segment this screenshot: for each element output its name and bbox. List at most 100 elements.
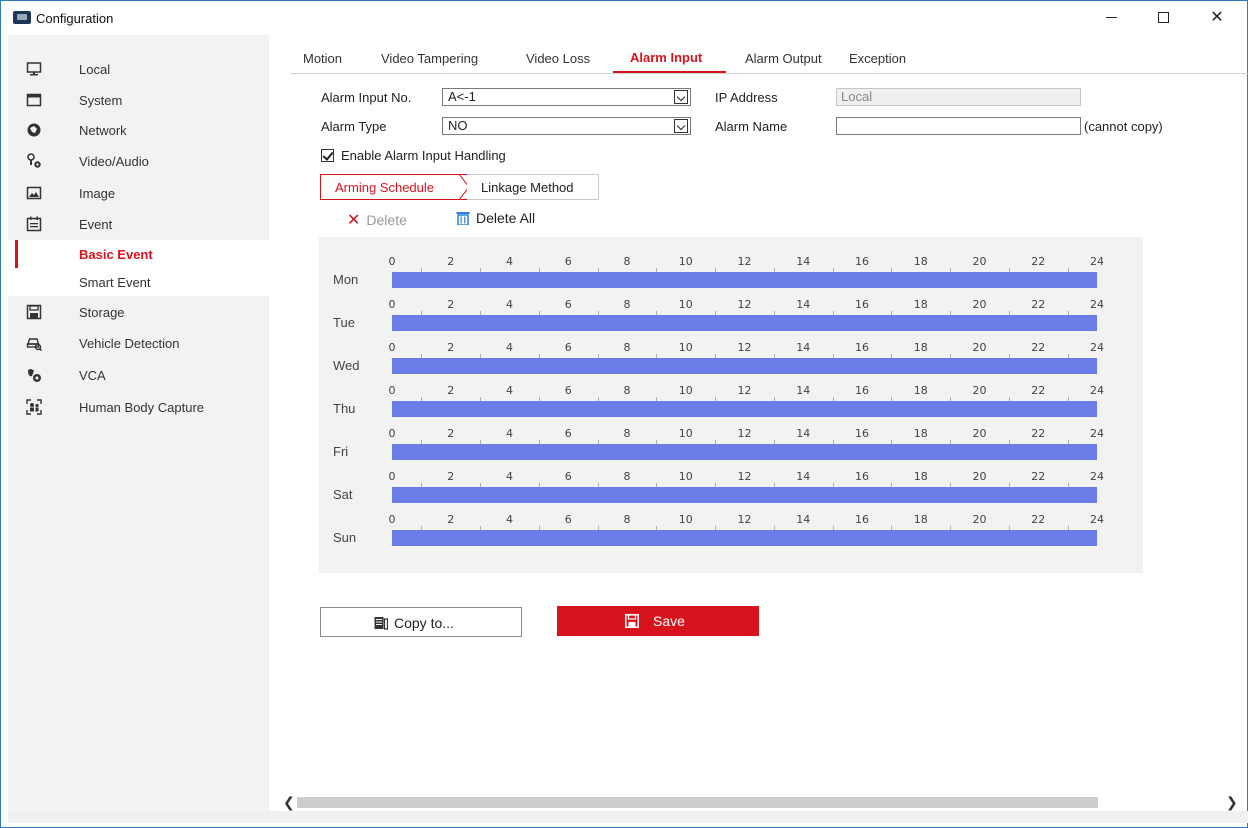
sidebar-item-label: Video/Audio (79, 154, 149, 169)
sidebar-item-label: Event (79, 217, 113, 232)
tab-video-loss[interactable]: Video Loss (526, 51, 590, 66)
hour-tick-label: 0 (388, 298, 396, 311)
window-title: Configuration (36, 11, 114, 26)
tab-video-tampering[interactable]: Video Tampering (381, 51, 478, 66)
tab-motion[interactable]: Motion (303, 51, 342, 66)
hour-tick-label: 14 (796, 513, 811, 526)
scroll-right-arrow-icon[interactable]: ❯ (1226, 794, 1238, 811)
sidebar-item-storage[interactable]: Storage (8, 298, 269, 326)
hour-tick-label: 14 (796, 384, 811, 397)
alarm-type-label: Alarm Type (321, 119, 387, 134)
arming-schedule-grid: 0 2 4 6 8 10 12 14 16 18 20 22 24 Mon 0 2 4 6 8 10 12 14 16 18 2… (319, 237, 1143, 573)
sidebar-item-system[interactable]: System (8, 86, 269, 114)
sidebar-item-video-audio[interactable]: Video/Audio (8, 147, 269, 175)
copy-to-label: Copy to... (394, 615, 454, 631)
hour-tick-label: 12 (737, 255, 752, 268)
hour-tick-label: 4 (506, 341, 513, 354)
delete-all-button[interactable]: Delete All (456, 210, 535, 226)
close-button[interactable]: ✕ (1197, 5, 1237, 31)
hour-tick-label: 16 (855, 255, 869, 268)
tab-linkage-method[interactable]: Linkage Method (467, 174, 599, 200)
arming-schedule-label: Arming Schedule (335, 180, 434, 195)
delete-x-icon: ✕ (347, 212, 361, 229)
alarm-type-select[interactable]: NO (442, 117, 691, 135)
storage-icon (26, 304, 42, 320)
tab-exception[interactable]: Exception (849, 51, 906, 66)
hour-tick-label: 20 (972, 255, 987, 268)
sidebar-item-human-body-capture[interactable]: Human Body Capture (8, 393, 269, 421)
tab-alarm-input[interactable]: Alarm Input (630, 50, 702, 65)
armed-time-bar[interactable] (392, 487, 1097, 503)
active-tab-underline (613, 71, 726, 73)
armed-time-bar[interactable] (392, 272, 1097, 288)
hour-tick-label: 16 (855, 427, 869, 440)
hour-tick-label: 10 (678, 298, 693, 311)
sidebar-item-label: Storage (79, 305, 125, 320)
app-window: Configuration ✕ Local System Network Vid… (0, 0, 1248, 828)
delete-button[interactable]: ✕ Delete (347, 210, 407, 230)
sidebar-item-network[interactable]: Network (8, 116, 269, 144)
hour-tick-label: 2 (447, 255, 455, 268)
scroll-left-arrow-icon[interactable]: ❮ (283, 794, 295, 811)
sidebar-item-vca[interactable]: VCA (8, 361, 269, 389)
armed-time-bar[interactable] (392, 401, 1097, 417)
sidebar: Local System Network Video/Audio Image E… (8, 35, 269, 821)
hour-tick-label: 24 (1090, 298, 1104, 311)
hour-tick-label: 6 (564, 341, 572, 354)
hour-tick-label: 10 (678, 470, 693, 483)
sidebar-item-basic-event[interactable]: Basic Event (8, 240, 269, 268)
hour-tick-label: 6 (564, 427, 572, 440)
day-label: Tue (333, 315, 355, 330)
hour-tick-label: 0 (388, 470, 396, 483)
sidebar-item-local[interactable]: Local (8, 55, 269, 83)
enable-alarm-input-checkbox[interactable] (321, 149, 334, 162)
armed-time-bar[interactable] (392, 315, 1097, 331)
hour-tick-label: 6 (564, 255, 572, 268)
human-body-icon (26, 399, 42, 415)
enable-alarm-input-label: Enable Alarm Input Handling (341, 148, 506, 163)
hour-tick-label: 4 (506, 470, 513, 483)
hour-tick-label: 2 (447, 298, 455, 311)
alarm-input-no-select[interactable]: A<-1 (442, 88, 691, 106)
sidebar-item-smart-event[interactable]: Smart Event (8, 268, 269, 296)
alarm-name-field[interactable] (836, 117, 1081, 135)
hour-tick-label: 2 (447, 341, 455, 354)
hour-tick-label: 22 (1031, 341, 1046, 354)
save-button[interactable]: Save (557, 606, 759, 636)
hour-tick-label: 18 (913, 427, 928, 440)
hour-tick-label: 0 (388, 341, 396, 354)
trash-icon (456, 212, 470, 226)
armed-time-bar[interactable] (392, 444, 1097, 460)
hour-tick-label: 8 (623, 255, 631, 268)
hour-tick-label: 6 (564, 470, 572, 483)
sidebar-item-event[interactable]: Event (8, 210, 269, 238)
sidebar-item-image[interactable]: Image (8, 179, 269, 207)
vehicle-icon (26, 338, 42, 351)
copy-to-button[interactable]: Copy to... (320, 607, 522, 637)
app-camera-icon (13, 11, 31, 24)
hour-tick-label: 24 (1090, 255, 1104, 268)
armed-time-bar[interactable] (392, 358, 1097, 374)
sidebar-item-label: System (79, 93, 123, 108)
hour-tick-label: 18 (913, 513, 928, 526)
hour-tick-label: 0 (388, 513, 396, 526)
tab-alarm-output[interactable]: Alarm Output (745, 51, 822, 66)
linkage-method-label: Linkage Method (481, 180, 574, 195)
minimize-button[interactable] (1091, 5, 1131, 31)
sidebar-item-label: Network (79, 123, 127, 138)
hour-tick-label: 12 (737, 427, 752, 440)
sidebar-item-vehicle-detection[interactable]: Vehicle Detection (8, 329, 269, 357)
tab-arming-schedule[interactable]: Arming Schedule (320, 174, 470, 200)
scrollbar-thumb[interactable] (297, 797, 1098, 808)
hour-tick-label: 4 (506, 384, 513, 397)
hour-tick-label: 2 (447, 384, 455, 397)
hour-tick-label: 16 (855, 470, 869, 483)
armed-time-bar[interactable] (392, 530, 1097, 546)
hour-tick-label: 18 (913, 255, 928, 268)
hour-tick-label: 8 (623, 298, 631, 311)
hour-tick-label: 8 (623, 470, 631, 483)
hour-tick-label: 12 (737, 384, 752, 397)
sidebar-item-label: Smart Event (79, 275, 151, 290)
hour-tick-label: 10 (678, 427, 693, 440)
maximize-button[interactable] (1143, 5, 1183, 31)
